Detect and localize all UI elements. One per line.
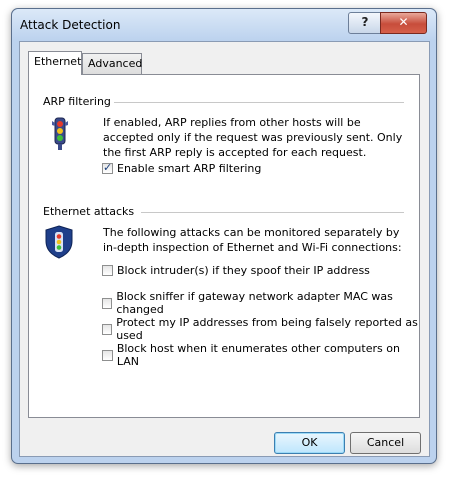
enable-smart-arp-checkbox-row[interactable]: Enable smart ARP filtering <box>102 161 262 175</box>
block-intruder-checkbox[interactable] <box>102 265 113 276</box>
block-sniffer-label: Block sniffer if gateway network adapter… <box>116 290 393 316</box>
block-host-checkbox[interactable] <box>102 349 113 361</box>
window-title: Attack Detection <box>20 18 121 32</box>
ok-button[interactable]: OK <box>274 432 345 454</box>
help-button[interactable]: ? <box>348 12 382 34</box>
ethernet-group-divider <box>141 212 404 213</box>
shield-traffic-light-icon <box>45 225 73 259</box>
option-protect-ip-row[interactable]: Protect my IP addresses from being false… <box>102 316 419 342</box>
arp-group-divider <box>114 102 404 103</box>
option-block-host-row[interactable]: Block host when it enumerates other comp… <box>102 342 419 368</box>
tab-advanced[interactable]: Advanced <box>82 53 142 75</box>
tab-ethernet[interactable]: Ethernet <box>28 51 82 75</box>
option-block-sniffer-row[interactable]: Block sniffer if gateway network adapter… <box>102 290 419 316</box>
arp-description: If enabled, ARP replies from other hosts… <box>103 116 403 159</box>
protect-ip-label: Protect my IP addresses from being false… <box>116 316 418 342</box>
protect-ip-checkbox[interactable] <box>102 323 113 335</box>
ethernet-tab-panel: ARP filtering If enabled, ARP replies fr… <box>28 74 420 418</box>
option-block-intruder-row[interactable]: Block intruder(s) if they spoof their IP… <box>102 264 370 277</box>
block-intruder-label: Block intruder(s) if they spoof their IP… <box>117 264 370 277</box>
arp-filtering-heading: ARP filtering <box>43 95 111 108</box>
block-host-label: Block host when it enumerates other comp… <box>116 342 400 368</box>
traffic-light-icon <box>52 117 68 150</box>
ethernet-attacks-heading: Ethernet attacks <box>43 205 135 218</box>
cancel-button[interactable]: Cancel <box>350 432 421 454</box>
enable-smart-arp-label: Enable smart ARP filtering <box>117 162 262 175</box>
close-button[interactable]: ✕ <box>380 12 427 34</box>
enable-smart-arp-checkbox[interactable] <box>102 161 113 174</box>
title-bar[interactable]: Attack Detection ? ✕ <box>12 9 436 41</box>
ethernet-description: The following attacks can be monitored s… <box>103 226 402 254</box>
dialog-client-area: Ethernet Advanced ARP filtering If enabl… <box>19 41 430 457</box>
block-sniffer-checkbox[interactable] <box>102 297 113 309</box>
attack-detection-window: Attack Detection ? ✕ Ethernet Advanced A… <box>11 8 437 464</box>
